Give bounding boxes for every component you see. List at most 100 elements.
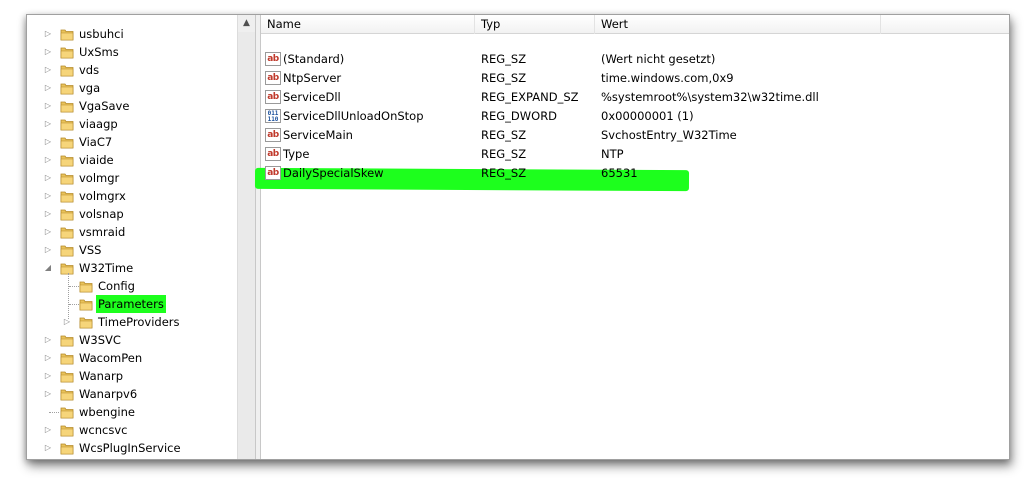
expand-arrow-icon[interactable]: ▷ <box>43 223 53 241</box>
tree-item-label: vga <box>79 81 101 95</box>
value-data: %systemroot%\system32\w32time.dll <box>601 90 819 104</box>
column-header-value[interactable]: Wert <box>595 15 881 34</box>
folder-icon <box>60 263 74 275</box>
expand-arrow-icon[interactable]: ▷ <box>43 367 53 385</box>
value-type: REG_SZ <box>481 52 527 66</box>
expand-arrow-icon[interactable]: ▷ <box>43 439 53 457</box>
value-data: SvchostEntry_W32Time <box>601 128 737 142</box>
tree-item-volsnap[interactable]: ▷ volsnap <box>27 205 237 223</box>
tree-connector <box>69 304 79 305</box>
tree-item-wcncsvc[interactable]: ▷ wcncsvc <box>27 421 237 439</box>
expand-arrow-icon[interactable]: ▷ <box>43 349 53 367</box>
tree-item-label: vsmraid <box>79 225 126 239</box>
folder-icon <box>60 371 74 383</box>
folder-icon <box>79 299 93 311</box>
expand-arrow-icon[interactable]: ▷ <box>43 61 53 79</box>
expand-arrow-icon[interactable]: ▷ <box>43 25 53 43</box>
folder-icon <box>60 245 74 257</box>
column-header-name[interactable]: Name <box>261 15 475 34</box>
folder-icon <box>60 209 74 221</box>
tree-item-viaide[interactable]: ▷ viaide <box>27 151 237 169</box>
expand-arrow-icon[interactable]: ▷ <box>43 169 53 187</box>
tree-item-vss[interactable]: ▷ VSS <box>27 241 237 259</box>
tree-item-label: Wanarpv6 <box>79 387 138 401</box>
value-row[interactable]: ab ServiceMain REG_SZ SvchostEntry_W32Time <box>261 126 1009 145</box>
value-type: REG_SZ <box>481 128 527 142</box>
folder-icon <box>79 317 93 329</box>
collapse-arrow-icon[interactable]: ◢ <box>43 259 53 277</box>
tree-item-viac7[interactable]: ▷ ViaC7 <box>27 133 237 151</box>
expand-arrow-icon[interactable]: ▷ <box>43 421 53 439</box>
column-header-type[interactable]: Typ <box>475 15 595 34</box>
tree-item-usbuhci[interactable]: ▷ usbuhci <box>27 25 237 43</box>
tree-item-parameters[interactable]: Parameters <box>27 295 237 313</box>
tree-item-label: W3SVC <box>79 333 121 347</box>
expand-arrow-icon[interactable]: ▷ <box>43 205 53 223</box>
expand-arrow-icon[interactable]: ▷ <box>43 79 53 97</box>
value-row[interactable]: ab ServiceDll REG_EXPAND_SZ %systemroot%\sy… <box>261 88 1009 107</box>
tree-item-label: Config <box>98 279 135 293</box>
expand-arrow-icon[interactable]: ▷ <box>43 241 53 259</box>
value-row[interactable]: ab Type REG_SZ NTP <box>261 145 1009 164</box>
expand-arrow-icon[interactable]: ▷ <box>43 331 53 349</box>
tree-item-label: VSS <box>79 243 102 257</box>
expand-arrow-icon[interactable]: ▷ <box>43 187 53 205</box>
tree-item-vgasave[interactable]: ▷ VgaSave <box>27 97 237 115</box>
folder-icon <box>60 155 74 167</box>
value-data: time.windows.com,0x9 <box>601 71 734 85</box>
tree-item-volmgrx[interactable]: ▷ volmgrx <box>27 187 237 205</box>
folder-icon <box>60 407 74 419</box>
tree-item-viaagp[interactable]: ▷ viaagp <box>27 115 237 133</box>
tree-item-volmgr[interactable]: ▷ volmgr <box>27 169 237 187</box>
value-data: 65531 <box>601 166 638 180</box>
tree-item-wcspluginservice[interactable]: ▷ WcsPlugInService <box>27 439 237 457</box>
tree-item-label: wbengine <box>79 405 135 419</box>
folder-icon <box>60 443 74 455</box>
scroll-up-arrow-icon[interactable]: ▲ <box>238 15 255 32</box>
tree-item-label: volsnap <box>79 207 124 221</box>
tree-item-label: viaagp <box>79 117 118 131</box>
expand-arrow-icon[interactable]: ▷ <box>43 43 53 61</box>
tree-scrollbar[interactable]: ▲ <box>237 15 255 459</box>
value-row[interactable]: 011 110 ServiceDllUnloadOnStop REG_DWORD 0x0… <box>261 107 1009 126</box>
list-header: Name Typ Wert <box>261 15 1009 34</box>
tree-item-label: usbuhci <box>79 27 124 41</box>
tree-item-w3svc[interactable]: ▷ W3SVC <box>27 331 237 349</box>
string-value-icon: ab <box>265 147 281 161</box>
value-type: REG_DWORD <box>481 109 558 123</box>
folder-icon <box>60 65 74 77</box>
folder-icon <box>60 137 74 149</box>
expand-arrow-icon[interactable]: ▷ <box>62 313 72 331</box>
value-row[interactable]: ab DailySpecialSkew REG_SZ 65531 <box>261 164 1009 183</box>
string-value-icon: ab <box>265 52 281 66</box>
string-value-icon: ab <box>265 128 281 142</box>
tree-item-wacompen[interactable]: ▷ WacomPen <box>27 349 237 367</box>
tree-item-vds[interactable]: ▷ vds <box>27 61 237 79</box>
tree-item-wanarpv6[interactable]: ▷ Wanarpv6 <box>27 385 237 403</box>
value-name: ServiceDllUnloadOnStop <box>283 109 424 123</box>
expand-arrow-icon[interactable]: ▷ <box>43 115 53 133</box>
tree-item-config[interactable]: Config <box>27 277 237 295</box>
value-type: REG_SZ <box>481 147 527 161</box>
tree-item-label: UxSms <box>79 45 119 59</box>
tree-item-label: viaide <box>79 153 114 167</box>
tree-item-label: TimeProviders <box>98 315 180 329</box>
tree-item-label: W32Time <box>79 261 134 275</box>
value-row[interactable]: ab (Standard) REG_SZ (Wert nicht gesetzt) <box>261 50 1009 69</box>
tree-item-vga[interactable]: ▷ vga <box>27 79 237 97</box>
tree-item-label: volmgr <box>79 171 120 185</box>
folder-icon <box>60 227 74 239</box>
tree-item-w32time[interactable]: ◢ W32Time <box>27 259 237 277</box>
registry-tree: ▲ ▷ usbuhci ▷ UxSms ▷ vds ▷ vga ▷ VgaSave ▷ viaagp ▷… <box>27 15 255 459</box>
expand-arrow-icon[interactable]: ▷ <box>43 133 53 151</box>
value-row[interactable]: ab NtpServer REG_SZ time.windows.com,0x9 <box>261 69 1009 88</box>
folder-icon <box>60 119 74 131</box>
expand-arrow-icon[interactable]: ▷ <box>43 97 53 115</box>
folder-icon <box>60 353 74 365</box>
tree-item-wanarp[interactable]: ▷ Wanarp <box>27 367 237 385</box>
tree-item-timeproviders[interactable]: ▷ TimeProviders <box>27 313 237 331</box>
expand-arrow-icon[interactable]: ▷ <box>43 151 53 169</box>
tree-item-uxsms[interactable]: ▷ UxSms <box>27 43 237 61</box>
expand-arrow-icon[interactable]: ▷ <box>43 385 53 403</box>
tree-item-vsmraid[interactable]: ▷ vsmraid <box>27 223 237 241</box>
